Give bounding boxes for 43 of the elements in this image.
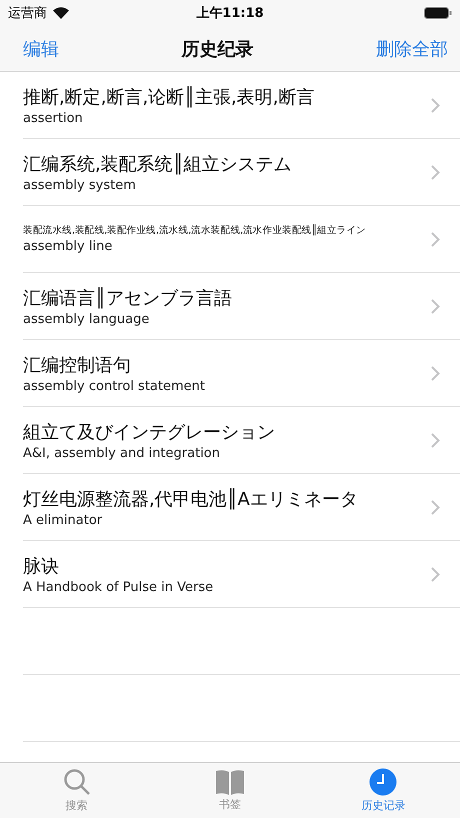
chevron-icon [431, 164, 440, 180]
entry-subtitle: A&I, assembly and integration [23, 446, 221, 460]
chevron-icon [431, 432, 440, 448]
history-row[interactable]: 装配流水线,装配线,装配作业线,流水线,流水装配线,流水作业装配线║組立ライン assembly line [23, 206, 460, 273]
edit-button[interactable]: 编辑 [23, 36, 59, 60]
entry-title: 灯丝电源整流器,代甲电池║Aエリミネータ [23, 487, 359, 510]
chevron-icon [431, 298, 440, 314]
clock-time: 上午11:18 [196, 6, 264, 21]
search-icon [62, 768, 91, 796]
entry-subtitle: assembly language [23, 312, 150, 326]
entry-subtitle: assertion [23, 110, 84, 126]
nav-title: 历史纪录 [182, 38, 254, 60]
entry-title: 汇编系统,装配系统║組立システム [23, 152, 293, 176]
entry-title: 推断,断定,断言,论断║主張,表明,断言 [23, 85, 316, 108]
entry-title: 組立て及びインテグレーション [23, 420, 276, 444]
history-row[interactable]: 汇编控制语句 assembly control statement [23, 340, 460, 407]
carrier-label: 运营商 [8, 5, 47, 22]
entry-title: 汇编控制语句 [23, 354, 132, 376]
delete-all-button[interactable]: 删除全部 [376, 36, 448, 60]
chevron-icon [431, 366, 440, 380]
history-row[interactable]: 組立て及びインテグレーション A&I, assembly and integration [23, 407, 460, 474]
entry-title: 脉诀 [23, 554, 60, 578]
entry-subtitle: assembly control statement [23, 378, 206, 394]
tab-item[interactable]: 历史记录 [306, 763, 460, 818]
entry-subtitle: A Handbook of Pulse in Verse [23, 580, 214, 594]
chevron-icon [431, 232, 440, 246]
history-row[interactable]: 汇编语言║アセンブラ言語 assembly language [23, 273, 460, 340]
entry-subtitle: assembly line [23, 239, 114, 254]
book-icon [214, 769, 246, 795]
history-row[interactable]: 脉诀 A Handbook of Pulse in Verse [23, 541, 460, 608]
entry-subtitle: A eliminator [23, 512, 104, 528]
entry-title: 汇编语言║アセンブラ言語 [23, 286, 233, 310]
entry-title: 装配流水线,装配线,装配作业线,流水线,流水装配线,流水作业装配线║組立ライン [23, 224, 368, 237]
chevron-icon [431, 500, 440, 514]
history-row[interactable]: 汇编系统,装配系统║組立システム assembly system [23, 139, 460, 206]
entry-subtitle: assembly system [23, 178, 137, 192]
clock-icon [369, 768, 398, 796]
chevron-icon [431, 566, 440, 582]
wifi-icon [53, 7, 69, 19]
history-row[interactable]: 灯丝电源整流器,代甲电池║Aエリミネータ A eliminator [23, 474, 460, 541]
chevron-icon [431, 98, 440, 112]
battery-icon [424, 7, 452, 19]
history-row[interactable]: 推断,断定,断言,论断║主張,表明,断言 assertion [23, 72, 460, 139]
